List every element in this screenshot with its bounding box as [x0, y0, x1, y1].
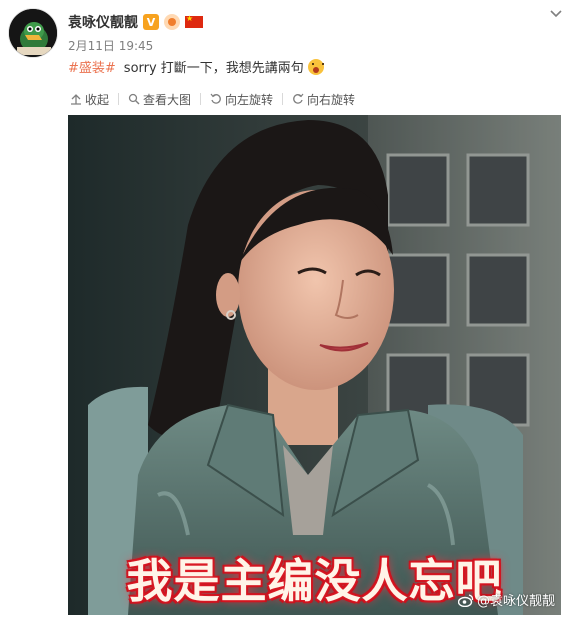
surprised-face-icon: [307, 58, 324, 75]
rotate-left-button[interactable]: 向左旋转: [208, 91, 275, 108]
post-image[interactable]: 我是主编没人忘吧 @袁咏仪靓靓: [68, 115, 561, 615]
search-icon: [128, 93, 140, 105]
collapse-icon: [71, 94, 81, 105]
user-name-row: 袁咏仪靓靓 V: [68, 12, 203, 32]
view-large-label: 查看大图: [143, 92, 192, 107]
verified-icon: V: [143, 14, 159, 30]
post-text: #盛装# sorry 打斷一下，我想先講兩句: [68, 57, 324, 76]
hashtag-link[interactable]: #盛装#: [68, 57, 116, 76]
avatar-image: [9, 9, 57, 57]
weibo-logo-icon: [457, 593, 474, 607]
rotate-left-icon: [210, 93, 221, 104]
post-photo: [68, 115, 561, 615]
avatar[interactable]: [8, 8, 58, 58]
post-time[interactable]: 2月11日 19:45: [68, 37, 153, 54]
rotate-right-button[interactable]: 向右旋转: [290, 91, 357, 108]
rotate-right-label: 向右旋转: [307, 92, 356, 107]
rotate-right-icon: [293, 93, 304, 104]
rotate-left-label: 向左旋转: [225, 92, 274, 107]
image-watermark: @袁咏仪靓靓: [457, 590, 555, 609]
watermark-text: @袁咏仪靓靓: [476, 594, 555, 609]
toolbar-divider: [282, 93, 284, 105]
collapse-button[interactable]: 收起: [68, 91, 111, 108]
medal-icon: [164, 14, 180, 30]
chevron-down-icon[interactable]: [549, 6, 563, 20]
collapse-label: 收起: [85, 92, 110, 107]
post-body: sorry 打斷一下，我想先講兩句: [123, 61, 304, 76]
toolbar-divider: [200, 93, 202, 105]
user-name[interactable]: 袁咏仪靓靓: [68, 12, 138, 32]
toolbar-divider: [118, 93, 120, 105]
view-large-button[interactable]: 查看大图: [126, 91, 193, 108]
image-toolbar: 收起 查看大图 向左旋转 向右旋转: [68, 87, 561, 111]
china-flag-icon: [185, 14, 203, 28]
